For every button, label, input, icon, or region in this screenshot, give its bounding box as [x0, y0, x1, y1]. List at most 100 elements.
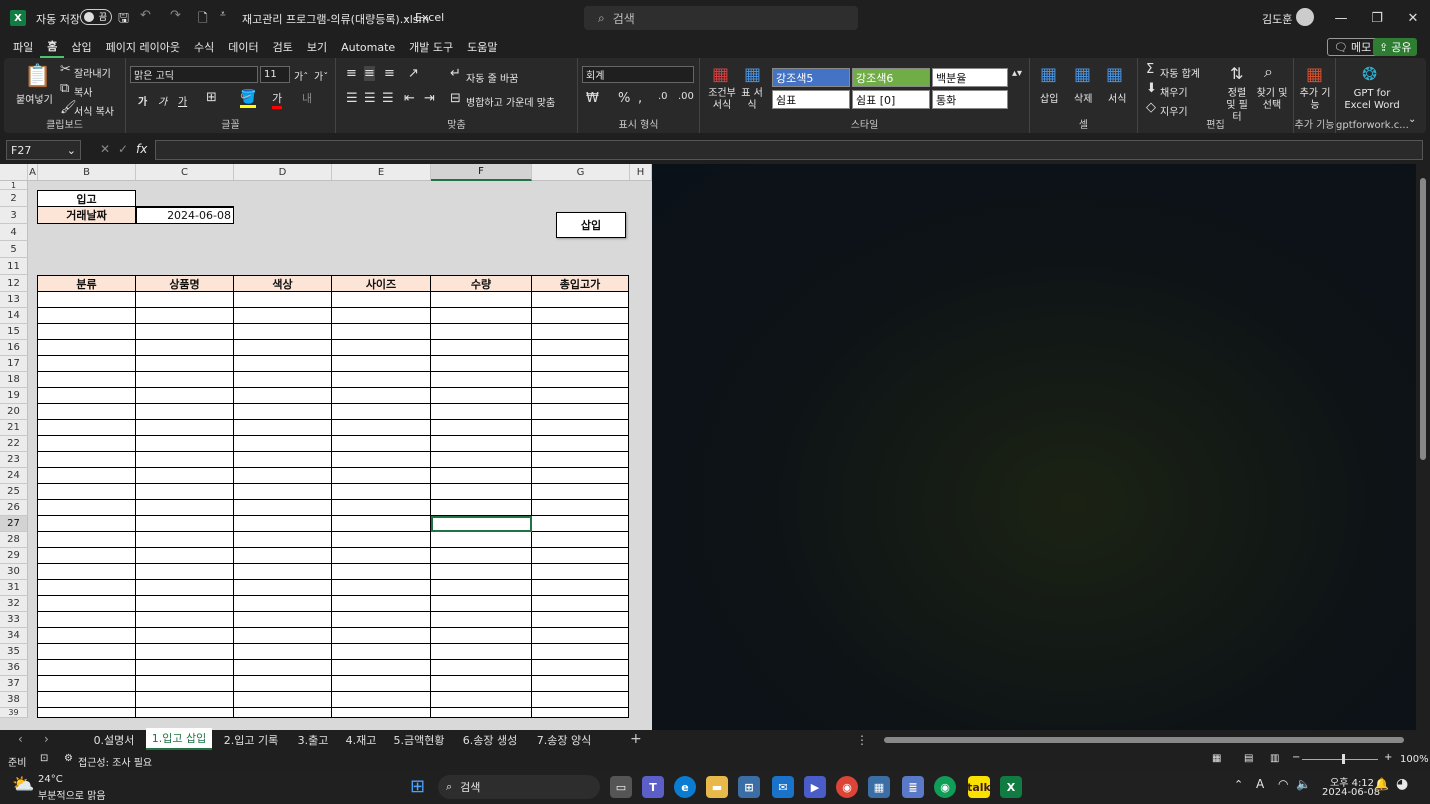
row-header-1[interactable]: 1	[0, 181, 28, 190]
menu-review[interactable]: 검토	[266, 36, 300, 58]
wifi-icon[interactable]: ◠	[1278, 777, 1288, 791]
enter-icon[interactable]: ✓	[118, 142, 128, 156]
table-cell[interactable]	[234, 356, 332, 372]
search-box[interactable]: ⌕ 검색	[584, 6, 858, 30]
calculator-icon[interactable]: ▦	[868, 776, 890, 798]
table-cell[interactable]	[234, 340, 332, 356]
undo-icon[interactable]: ↶	[140, 8, 151, 23]
table-cell[interactable]	[37, 596, 136, 612]
copy-button[interactable]: 복사	[74, 84, 92, 99]
table-cell[interactable]	[431, 692, 532, 708]
increase-indent-icon[interactable]: ⇥	[424, 91, 435, 106]
name-box[interactable]: F27 ⌄	[6, 140, 81, 160]
table-cell[interactable]	[332, 532, 431, 548]
zoom-slider-thumb[interactable]	[1342, 754, 1345, 764]
formula-input[interactable]	[155, 140, 1423, 160]
table-cell[interactable]	[532, 692, 629, 708]
table-cell[interactable]	[431, 404, 532, 420]
table-cell[interactable]	[234, 548, 332, 564]
table-cell[interactable]	[532, 580, 629, 596]
weather-temp[interactable]: 24°C	[38, 774, 63, 785]
table-cell[interactable]	[234, 500, 332, 516]
table-cell[interactable]	[37, 612, 136, 628]
table-cell[interactable]	[234, 532, 332, 548]
share-button[interactable]: ⇪ 공유	[1373, 38, 1418, 56]
addins-button[interactable]: 추가 기능	[1298, 88, 1332, 112]
table-cell[interactable]	[332, 468, 431, 484]
table-cell[interactable]	[37, 500, 136, 516]
table-cell[interactable]	[37, 580, 136, 596]
vertical-scroll-thumb[interactable]	[1420, 178, 1426, 460]
tab-5[interactable]: 5.금액현황	[386, 730, 452, 750]
table-cell[interactable]	[532, 644, 629, 660]
table-cell[interactable]	[431, 340, 532, 356]
format-cells-icon[interactable]: ▦	[1106, 64, 1123, 85]
row-header-11[interactable]: 11	[0, 258, 28, 275]
table-cell[interactable]	[136, 596, 234, 612]
customize-qat-icon[interactable]: ⩡	[220, 9, 226, 20]
avatar[interactable]	[1296, 8, 1314, 26]
tab-next-icon[interactable]: ›	[44, 732, 49, 746]
table-cell[interactable]	[532, 596, 629, 612]
normal-view-icon[interactable]: ▦	[1212, 753, 1221, 764]
file-explorer-icon[interactable]: ▬	[706, 776, 728, 798]
table-cell[interactable]	[37, 340, 136, 356]
table-cell[interactable]	[136, 564, 234, 580]
table-cell[interactable]	[234, 468, 332, 484]
row-header-33[interactable]: 33	[0, 612, 28, 628]
table-format-button[interactable]: 표 서식	[740, 88, 764, 112]
table-cell[interactable]	[431, 660, 532, 676]
row-header-35[interactable]: 35	[0, 644, 28, 660]
tab-1[interactable]: 1.입고 삽입	[146, 728, 212, 750]
table-cell[interactable]	[431, 292, 532, 308]
table-cell[interactable]	[431, 324, 532, 340]
table-cell[interactable]	[532, 500, 629, 516]
row-header-22[interactable]: 22	[0, 436, 28, 452]
comma-icon[interactable]: ,	[638, 91, 642, 106]
chrome-alt-icon[interactable]: ◉	[934, 776, 956, 798]
table-cell[interactable]	[332, 420, 431, 436]
select-all-corner[interactable]	[0, 164, 28, 181]
table-cell[interactable]	[332, 692, 431, 708]
tab-2[interactable]: 2.입고 기록	[216, 730, 286, 750]
taskbar-search[interactable]: ⌕ 검색	[438, 775, 600, 799]
zoom-out-icon[interactable]: −	[1292, 752, 1300, 763]
number-format-select[interactable]: 회계	[582, 66, 694, 83]
column-header-D[interactable]: D	[234, 164, 332, 181]
tab-7[interactable]: 7.송장 양식	[528, 730, 600, 750]
table-cell[interactable]	[431, 500, 532, 516]
autosum-button[interactable]: 자동 합계	[1160, 65, 1200, 80]
redo-icon[interactable]: ↷	[170, 8, 181, 23]
table-cell[interactable]	[431, 356, 532, 372]
table-cell[interactable]	[136, 612, 234, 628]
table-cell[interactable]	[234, 404, 332, 420]
table-cell[interactable]	[532, 548, 629, 564]
row-header-12[interactable]: 12	[0, 275, 28, 292]
delete-cells-button[interactable]: 삭제	[1074, 90, 1092, 105]
zoom-level[interactable]: 100%	[1400, 754, 1429, 765]
table-cell[interactable]	[532, 356, 629, 372]
font-size-select[interactable]: 11	[260, 66, 290, 83]
table-cell[interactable]	[431, 388, 532, 404]
align-bottom-icon[interactable]: ≡	[384, 66, 395, 81]
tray-chevron-icon[interactable]: ⌃	[1234, 778, 1243, 791]
table-cell[interactable]	[136, 340, 234, 356]
table-cell[interactable]	[431, 548, 532, 564]
table-cell[interactable]	[136, 452, 234, 468]
table-cell[interactable]	[234, 388, 332, 404]
table-cell[interactable]	[431, 596, 532, 612]
style-comma[interactable]: 쉼표	[772, 90, 850, 109]
wrap-text-icon[interactable]: ↵	[450, 66, 461, 81]
font-grow-button[interactable]: 가ˆ	[294, 68, 308, 83]
table-cell[interactable]	[332, 436, 431, 452]
column-header-F[interactable]: F	[431, 164, 532, 181]
chrome-icon[interactable]: ◉	[836, 776, 858, 798]
row-header-2[interactable]: 2	[0, 190, 28, 207]
table-cell[interactable]	[332, 580, 431, 596]
table-cell[interactable]	[532, 628, 629, 644]
row-header-32[interactable]: 32	[0, 596, 28, 612]
horizontal-scroll-thumb[interactable]	[884, 737, 1404, 743]
start-icon[interactable]: ⊞	[410, 776, 425, 797]
table-cell[interactable]	[37, 420, 136, 436]
row-header-18[interactable]: 18	[0, 372, 28, 388]
